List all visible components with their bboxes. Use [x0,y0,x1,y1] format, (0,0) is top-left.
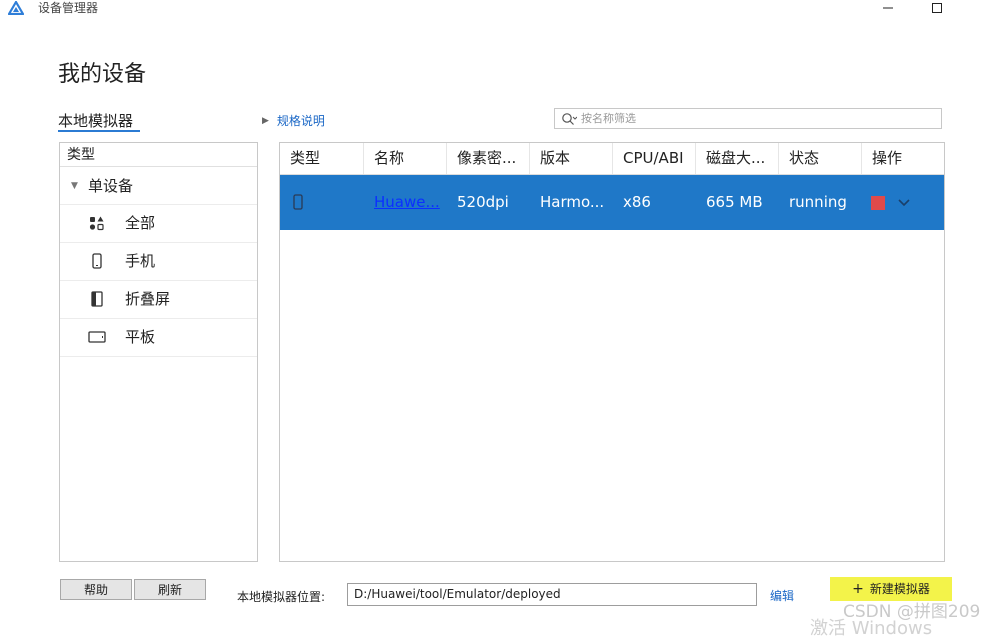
foldable-icon [88,291,106,307]
column-header[interactable]: 操作 [862,143,944,174]
table-header: 类型 名称 像素密... 版本 CPU/ABI 磁盘大... 状态 操作 [280,143,944,175]
title-bar: 设备管理器 [0,0,988,18]
search-box[interactable] [554,108,942,129]
type-header: 类型 [60,143,257,167]
cell-status: running [789,193,847,211]
column-header[interactable]: 版本 [530,143,613,174]
location-label: 本地模拟器位置: [237,590,326,604]
minimize-icon[interactable] [871,0,905,16]
cell-cpu: x86 [623,193,651,211]
column-header[interactable]: 类型 [280,143,364,174]
cell-disk: 665 MB [706,193,763,211]
chevron-down-icon[interactable] [898,175,910,230]
device-name-link[interactable]: Huawe... [364,175,447,230]
column-header[interactable]: 像素密... [447,143,530,174]
caret-down-icon: ▼ [71,181,78,191]
spec-link[interactable]: ▶ 规格说明 [262,112,325,129]
sidebar-item-label: 折叠屏 [125,290,171,308]
app-logo-icon [7,0,25,16]
maximize-icon[interactable] [920,0,954,16]
cell-density: 520dpi [457,193,509,211]
search-icon [562,113,577,125]
group-label: 单设备 [88,177,134,195]
sidebar-item-label: 全部 [125,214,156,232]
refresh-button[interactable]: 刷新 [134,579,206,600]
cell-type [280,175,364,230]
stop-icon[interactable] [871,196,885,210]
activate-windows-watermark: 激活 Windows [810,618,933,639]
sidebar-item-phone[interactable]: 手机 [60,243,257,281]
window-title: 设备管理器 [38,1,99,15]
tab-local-emulator[interactable]: 本地模拟器 [58,110,133,131]
spec-link-label: 规格说明 [276,114,325,128]
caret-right-icon: ▶ [262,115,269,126]
table-row[interactable]: Huawe... 520dpi Harmo... x86 665 MB runn… [280,175,944,230]
sidebar-item-label: 平板 [125,328,156,346]
cell-actions [862,175,944,230]
search-input[interactable] [581,110,931,127]
column-header[interactable]: 状态 [779,143,862,174]
sidebar-item-foldable[interactable]: 折叠屏 [60,281,257,319]
sidebar-item-label: 手机 [125,252,156,270]
device-type-panel: 类型 ▼ 单设备 全部 手机 折叠屏 平板 [59,142,258,562]
plus-icon: + [852,581,864,597]
sidebar-item-all[interactable]: 全部 [60,205,257,243]
column-header[interactable]: 名称 [364,143,447,174]
column-header[interactable]: 磁盘大... [696,143,779,174]
edit-link[interactable]: 编辑 [770,587,794,604]
page-title: 我的设备 [58,62,147,87]
location-field[interactable]: D:/Huawei/tool/Emulator/deployed [347,583,757,606]
help-button[interactable]: 帮助 [60,579,132,600]
phone-icon [88,253,106,269]
column-header[interactable]: CPU/ABI [613,143,696,174]
phone-icon [293,194,303,210]
grid-shapes-icon [88,215,106,231]
group-single-device[interactable]: ▼ 单设备 [60,168,257,205]
tab-active-indicator [58,130,140,132]
sidebar-item-tablet[interactable]: 平板 [60,319,257,357]
device-table: 类型 名称 像素密... 版本 CPU/ABI 磁盘大... 状态 操作 Hua… [279,142,945,562]
cell-version: Harmo... [540,193,605,211]
tablet-icon [88,329,106,345]
